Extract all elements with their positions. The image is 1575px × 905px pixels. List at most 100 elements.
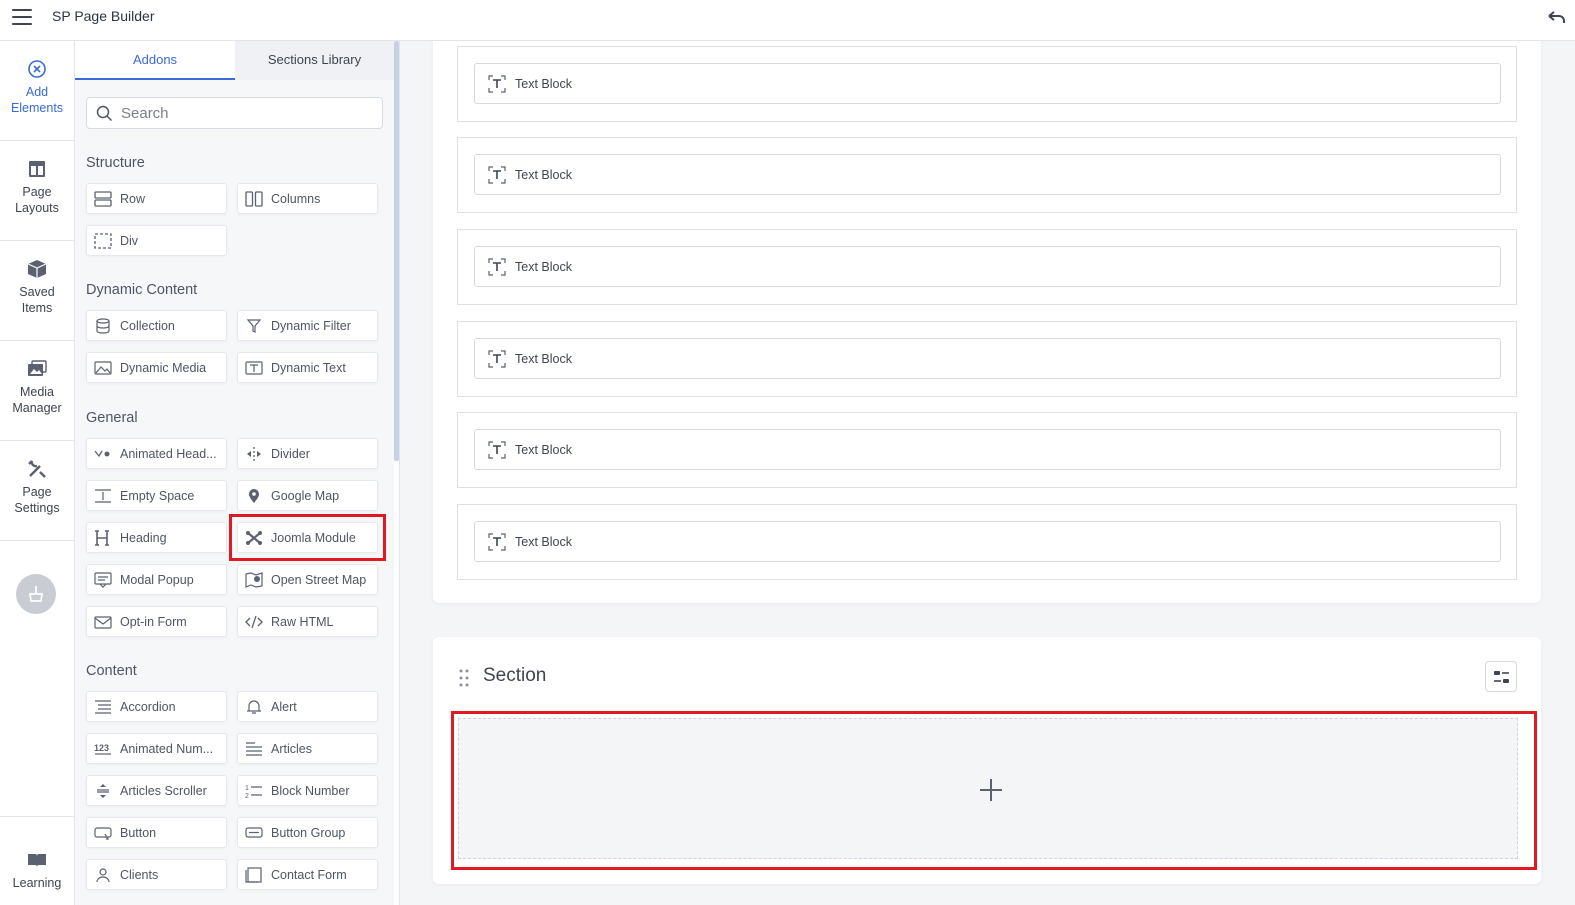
- row-box[interactable]: Text Block: [457, 46, 1517, 122]
- svg-text:1: 1: [245, 785, 249, 792]
- hamburger-menu-icon[interactable]: [12, 9, 32, 25]
- text-block-icon: [488, 166, 506, 184]
- media-manager-icon: [28, 360, 47, 376]
- animated-number-icon: 123: [94, 743, 111, 755]
- addon-label: Block Number: [271, 784, 350, 798]
- add-addon-dropzone[interactable]: [458, 718, 1518, 859]
- text-block-icon: [488, 533, 506, 551]
- addon-heading[interactable]: Heading: [86, 522, 227, 553]
- row-box[interactable]: Text Block: [457, 321, 1517, 397]
- undo-icon[interactable]: [1545, 8, 1567, 26]
- rail-item-add-elements[interactable]: Add Elements: [0, 41, 74, 141]
- addon-label: Dynamic Media: [120, 361, 207, 375]
- addon-raw-html[interactable]: Raw HTML: [237, 606, 378, 637]
- addon-dynamic-filter[interactable]: Dynamic Filter: [237, 310, 378, 341]
- tab-sections-library[interactable]: Sections Library: [235, 41, 394, 80]
- addon-animated-number[interactable]: 123 Animated Num...: [86, 733, 227, 764]
- contact-form-icon: [245, 867, 262, 883]
- addon-label: Row: [120, 192, 146, 206]
- addon-articles-scroller[interactable]: Articles Scroller: [86, 775, 227, 806]
- addon-divider[interactable]: Divider: [237, 438, 378, 469]
- text-block-addon[interactable]: Text Block: [474, 246, 1501, 287]
- row-icon: [94, 191, 112, 207]
- addon-accordion[interactable]: Accordion: [86, 691, 227, 722]
- addon-dynamic-media[interactable]: Dynamic Media: [86, 352, 227, 383]
- code-icon: [245, 615, 263, 629]
- addon-label: Divider: [271, 447, 310, 461]
- addon-optin-form[interactable]: Opt-in Form: [86, 606, 227, 637]
- add-elements-icon: [28, 60, 46, 78]
- addon-label: Articles Scroller: [120, 784, 207, 798]
- addon-label: Articles: [271, 742, 312, 756]
- row-box[interactable]: Text Block: [457, 412, 1517, 488]
- button-icon: [94, 827, 112, 840]
- plus-icon: [980, 779, 1002, 801]
- rail-item-label: Page Layouts: [15, 185, 59, 215]
- category-title: Structure: [86, 155, 145, 171]
- addon-articles[interactable]: Articles: [237, 733, 378, 764]
- addon-label: Dynamic Filter: [271, 319, 351, 333]
- addon-animated-heading[interactable]: Animated Head...: [86, 438, 227, 469]
- search-icon: [96, 105, 113, 122]
- addon-label: Animated Head...: [120, 447, 217, 461]
- addon-label: Raw HTML: [271, 615, 334, 629]
- text-block-label: Text Block: [515, 535, 572, 549]
- row-box[interactable]: Text Block: [457, 229, 1517, 305]
- svg-text:123: 123: [94, 743, 109, 753]
- addon-collection[interactable]: Collection: [86, 310, 227, 341]
- addon-label: Heading: [120, 531, 167, 545]
- addon-div[interactable]: Div: [86, 225, 227, 256]
- addon-empty-space[interactable]: Empty Space: [86, 480, 227, 511]
- rail-item-label: Saved Items: [19, 285, 55, 315]
- empty-section-card: Section: [433, 637, 1541, 884]
- category-title: Dynamic Content: [86, 282, 198, 298]
- text-block-addon[interactable]: Text Block: [474, 338, 1501, 379]
- text-block-icon: [488, 258, 506, 276]
- rail-item-learning[interactable]: Learning: [0, 816, 74, 905]
- rail-item-page-settings[interactable]: Page Settings: [0, 441, 74, 541]
- articles-scroller-icon: [97, 784, 109, 798]
- tab-addons[interactable]: Addons: [75, 41, 235, 80]
- addon-button[interactable]: Button: [86, 817, 227, 848]
- collection-icon: [96, 318, 110, 334]
- text-block-addon[interactable]: Text Block: [474, 521, 1501, 562]
- rail-item-saved-items[interactable]: Saved Items: [0, 241, 74, 341]
- addon-columns[interactable]: Columns: [237, 183, 378, 214]
- addon-row[interactable]: Row: [86, 183, 227, 214]
- rail-item-media-manager[interactable]: Media Manager: [0, 341, 74, 441]
- addon-block-number[interactable]: 12 Block Number: [237, 775, 378, 806]
- rail-item-label: Media Manager: [12, 385, 62, 415]
- text-block-icon: [488, 75, 506, 93]
- addon-label: Open Street Map: [271, 573, 367, 587]
- clean-cache-button[interactable]: [16, 574, 56, 614]
- search-input[interactable]: [121, 102, 371, 124]
- dynamic-media-icon: [94, 361, 112, 375]
- addon-label: Joomla Module: [271, 531, 356, 545]
- optin-form-icon: [94, 616, 112, 629]
- addon-google-map[interactable]: Google Map: [237, 480, 378, 511]
- addon-open-street-map[interactable]: Open Street Map: [237, 564, 378, 595]
- addon-joomla-module[interactable]: Joomla Module: [237, 522, 378, 553]
- text-block-addon[interactable]: Text Block: [474, 429, 1501, 470]
- addon-dynamic-text[interactable]: Dynamic Text: [237, 352, 378, 383]
- joomla-icon: [246, 531, 262, 545]
- drag-handle-icon[interactable]: [459, 669, 469, 687]
- addons-panel: Addons Sections Library Structure Row Co…: [75, 41, 394, 905]
- addon-modal-popup[interactable]: Modal Popup: [86, 564, 227, 595]
- rail-item-page-layouts[interactable]: Page Layouts: [0, 141, 74, 241]
- row-box[interactable]: Text Block: [457, 504, 1517, 580]
- addon-alert[interactable]: Alert: [237, 691, 378, 722]
- empty-space-icon: [95, 489, 111, 503]
- section-title: Section: [483, 665, 547, 686]
- addon-contact-form[interactable]: Contact Form: [237, 859, 378, 890]
- saved-items-icon: [27, 260, 47, 278]
- text-block-addon[interactable]: Text Block: [474, 154, 1501, 195]
- row-box[interactable]: Text Block: [457, 137, 1517, 213]
- section-settings-button[interactable]: [1485, 661, 1517, 692]
- addon-button-group[interactable]: Button Group: [237, 817, 378, 848]
- addon-label: Dynamic Text: [271, 361, 346, 375]
- text-block-addon[interactable]: Text Block: [474, 63, 1501, 104]
- heading-icon: [95, 530, 109, 546]
- addon-clients[interactable]: Clients: [86, 859, 227, 890]
- text-block-label: Text Block: [515, 168, 572, 182]
